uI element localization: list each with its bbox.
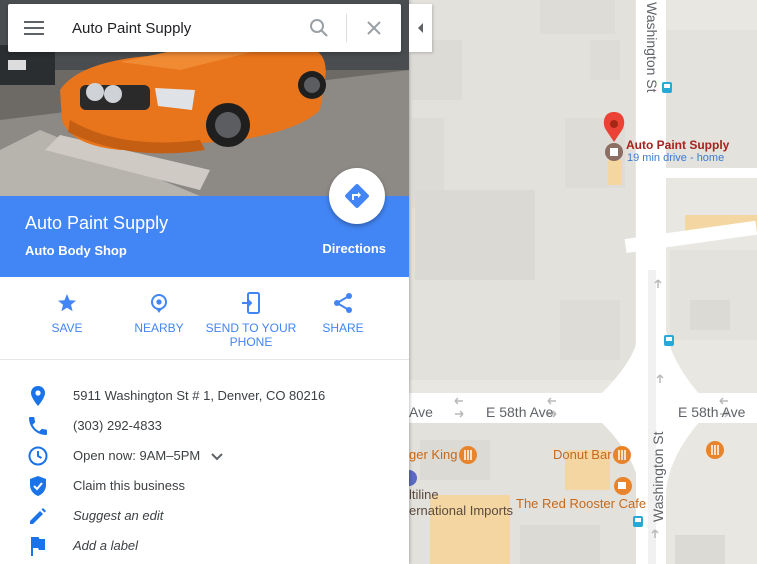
send-to-phone-label: SEND TO YOUR PHONE bbox=[205, 321, 297, 349]
poi-multiline-2[interactable]: ernational Imports bbox=[409, 503, 513, 518]
place-title: Auto Paint Supply bbox=[25, 213, 169, 233]
nearby-icon bbox=[151, 294, 167, 313]
transit-stop-icon bbox=[662, 82, 672, 93]
search-button[interactable] bbox=[307, 16, 331, 40]
poi-red-rooster[interactable]: The Red Rooster Cafe bbox=[516, 496, 646, 511]
pin-subtitle-label: 19 min drive - home bbox=[627, 152, 725, 164]
search-divider bbox=[346, 14, 347, 42]
directions-button[interactable] bbox=[329, 168, 385, 224]
search-input[interactable] bbox=[72, 16, 300, 40]
caret-left-icon bbox=[418, 23, 423, 33]
send-to-phone-icon bbox=[242, 292, 260, 314]
search-icon bbox=[310, 19, 328, 37]
menu-icon-bar bbox=[24, 33, 44, 35]
pin-title-label[interactable]: Auto Paint Supply bbox=[626, 138, 729, 152]
collapse-panel-button[interactable] bbox=[409, 4, 432, 52]
address-text: 5911 Washington St # 1, Denver, CO 80216 bbox=[73, 388, 326, 403]
suggest-edit-row[interactable]: Suggest an edit bbox=[0, 501, 409, 531]
hours-row[interactable]: Open now: 9AM–5PM bbox=[0, 441, 409, 471]
save-button[interactable]: SAVE bbox=[21, 291, 113, 335]
poi-donut-bar[interactable]: Donut Bar bbox=[553, 447, 612, 462]
street-label-washington-top: Washington St bbox=[644, 2, 660, 93]
save-label: SAVE bbox=[51, 321, 83, 335]
action-bar: SAVE NEARBY SEND TO YOUR PHONE SHARE bbox=[0, 277, 409, 360]
share-icon bbox=[334, 293, 352, 313]
street-label-e58-right: E 58th Ave bbox=[678, 404, 746, 420]
send-to-phone-button[interactable]: SEND TO YOUR PHONE bbox=[205, 291, 297, 349]
place-panel: Auto Paint Supply Auto Body Shop Directi… bbox=[0, 0, 409, 564]
claim-row[interactable]: Claim this business bbox=[0, 471, 409, 501]
menu-button[interactable] bbox=[22, 16, 46, 40]
menu-icon-bar bbox=[24, 21, 44, 23]
suggest-edit-text: Suggest an edit bbox=[73, 508, 164, 523]
transit-stop-icon bbox=[633, 516, 643, 527]
street-label-washington-bottom: Washington St bbox=[650, 431, 666, 522]
nearby-button[interactable]: NEARBY bbox=[113, 291, 205, 335]
phone-text: (303) 292-4833 bbox=[73, 418, 162, 433]
share-label: SHARE bbox=[322, 321, 364, 335]
hours-value: 9AM–5PM bbox=[139, 448, 201, 463]
phone-icon bbox=[29, 417, 47, 435]
close-icon bbox=[367, 21, 381, 35]
star-icon bbox=[58, 294, 76, 312]
nearby-label: NEARBY bbox=[134, 321, 184, 335]
claim-text: Claim this business bbox=[73, 478, 185, 493]
directions-label[interactable]: Directions bbox=[300, 241, 386, 256]
verified-shield-icon bbox=[30, 476, 46, 496]
place-category[interactable]: Auto Body Shop bbox=[25, 243, 127, 258]
hours-text: Open now: 9AM–5PM bbox=[73, 448, 224, 463]
chevron-down-icon[interactable] bbox=[210, 452, 224, 462]
add-label-row[interactable]: Add a label bbox=[0, 531, 409, 561]
poi-multiline-1[interactable]: ltiline bbox=[409, 487, 439, 502]
cafe-icon bbox=[614, 477, 632, 495]
restaurant-icon bbox=[613, 446, 631, 464]
menu-icon-bar bbox=[24, 27, 44, 29]
restaurant-icon bbox=[459, 446, 477, 464]
clear-search-button[interactable] bbox=[362, 16, 386, 40]
search-box bbox=[8, 4, 401, 52]
poi-burger-king[interactable]: ger King bbox=[409, 447, 457, 462]
share-button[interactable]: SHARE bbox=[297, 291, 389, 335]
directions-icon bbox=[345, 184, 369, 208]
location-pin-icon bbox=[31, 386, 45, 406]
address-row[interactable]: 5911 Washington St # 1, Denver, CO 80216 bbox=[0, 381, 409, 411]
flag-icon bbox=[31, 537, 45, 556]
clock-icon bbox=[28, 446, 48, 466]
street-label-e58-left: E 58th Ave bbox=[486, 404, 554, 420]
hours-prefix: Open now: bbox=[73, 448, 136, 463]
transit-stop-icon bbox=[664, 335, 674, 346]
phone-row[interactable]: (303) 292-4833 bbox=[0, 411, 409, 441]
add-label-text: Add a label bbox=[73, 538, 139, 553]
street-label-ave-fragment: Ave bbox=[409, 404, 433, 420]
restaurant-icon bbox=[706, 441, 724, 459]
pencil-icon bbox=[30, 508, 46, 524]
